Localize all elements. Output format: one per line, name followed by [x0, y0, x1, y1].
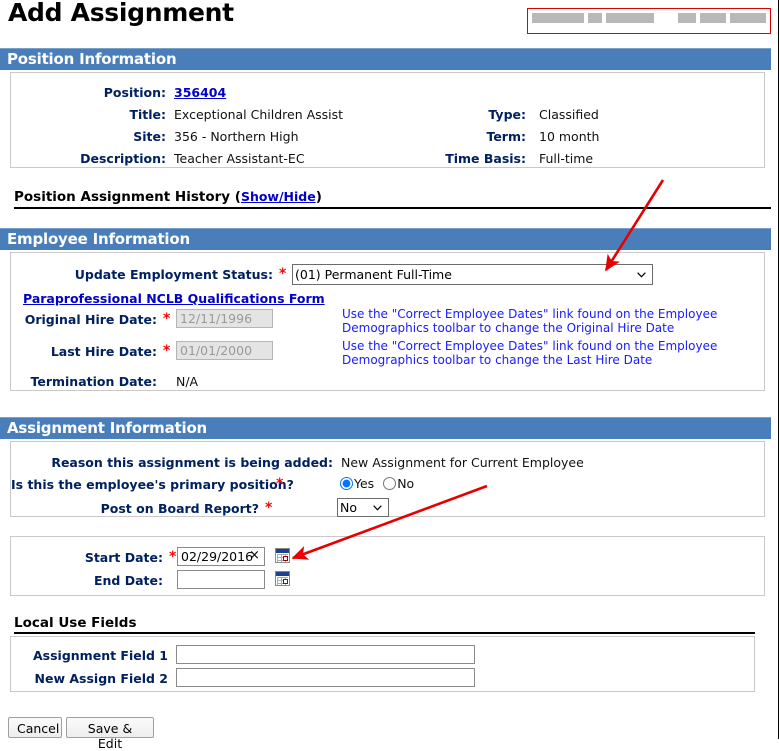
termination-date-value: N/A — [176, 374, 198, 389]
section-header-assignment-information: Assignment Information — [0, 417, 771, 439]
assignment-dates-panel: Start Date: * × End Date: — [10, 536, 765, 596]
description-value: Teacher Assistant-EC — [174, 151, 305, 166]
title-value: Exceptional Children Assist — [174, 107, 343, 122]
position-label: Position: — [11, 85, 166, 100]
description-label: Description: — [11, 151, 166, 166]
original-hire-date-input — [176, 309, 273, 328]
section-header-employee-information: Employee Information — [0, 228, 771, 250]
update-employment-status-label: Update Employment Status: — [11, 267, 273, 282]
type-value: Classified — [539, 107, 599, 122]
end-date-calendar-icon[interactable] — [275, 571, 290, 586]
post-on-board-report-select[interactable]: NoYes — [337, 498, 389, 517]
assignment-field-1-input[interactable] — [176, 645, 475, 664]
assignment-field-1-label: Assignment Field 1 — [11, 648, 168, 663]
post-on-board-report-label: Post on Board Report? — [11, 501, 259, 516]
last-hire-date-required-marker: * — [163, 343, 170, 359]
termination-date-label: Termination Date: — [11, 374, 157, 389]
update-employment-status-select[interactable]: (01) Permanent Full-Time(02) Permanent P… — [292, 264, 653, 285]
position-assignment-history-label: Position Assignment History ( — [14, 189, 241, 205]
primary-position-no-label[interactable]: No — [397, 476, 414, 491]
primary-position-required-marker: * — [276, 476, 283, 492]
employee-information-panel: Update Employment Status: * (01) Permane… — [10, 252, 765, 391]
assignment-information-panel: Reason this assignment is being added: N… — [10, 441, 765, 517]
history-divider — [14, 207, 771, 209]
start-date-label: Start Date: — [11, 550, 163, 565]
page-title: Add Assignment — [8, 0, 234, 27]
last-hire-date-hint: Use the "Correct Employee Dates" link fo… — [342, 339, 779, 367]
last-hire-date-label: Last Hire Date: — [11, 344, 157, 359]
reason-value: New Assignment for Current Employee — [341, 455, 584, 470]
primary-position-label: Is this the employee's primary position? — [11, 477, 270, 492]
local-use-fields-title: Local Use Fields — [14, 615, 137, 631]
position-information-panel: Position: 356404 Title: Exceptional Chil… — [10, 72, 765, 168]
update-employment-status-select-wrap: (01) Permanent Full-Time(02) Permanent P… — [292, 264, 653, 285]
primary-position-yes-radio[interactable] — [340, 477, 353, 490]
last-hire-date-input — [176, 341, 273, 360]
primary-position-yes-label[interactable]: Yes — [354, 476, 374, 491]
add-assignment-page: Add Assignment Position Information Posi… — [0, 0, 779, 739]
primary-position-radio-group[interactable]: Yes No — [340, 476, 423, 491]
post-board-required-marker: * — [265, 500, 272, 516]
start-date-required-marker: * — [169, 549, 176, 565]
local-use-fields-panel: Assignment Field 1 New Assign Field 2 — [10, 636, 755, 692]
original-hire-date-required-marker: * — [163, 311, 170, 327]
section-header-position-information: Position Information — [0, 48, 771, 70]
nclb-qualifications-form-link[interactable]: Paraprofessional NCLB Qualifications For… — [23, 291, 325, 306]
primary-position-no-radio[interactable] — [383, 477, 396, 490]
show-hide-link[interactable]: Show/Hide — [241, 189, 316, 204]
reason-label: Reason this assignment is being added: — [11, 455, 333, 470]
employment-status-required-marker: * — [279, 266, 286, 282]
redaction-blur — [528, 9, 770, 33]
local-use-fields-divider — [14, 632, 755, 634]
original-hire-date-hint: Use the "Correct Employee Dates" link fo… — [342, 307, 779, 335]
start-date-calendar-icon[interactable] — [275, 548, 290, 563]
redacted-identity-banner — [527, 8, 771, 34]
position-assignment-history-title: Position Assignment History (Show/Hide) — [14, 189, 322, 205]
clear-start-date-icon[interactable]: × — [249, 548, 260, 563]
time-basis-value: Full-time — [539, 151, 593, 166]
site-label: Site: — [11, 129, 166, 144]
time-basis-label: Time Basis: — [371, 151, 526, 166]
end-date-input[interactable] — [177, 570, 265, 589]
cancel-button[interactable]: Cancel — [8, 717, 62, 738]
original-hire-date-label: Original Hire Date: — [11, 312, 157, 327]
type-label: Type: — [371, 107, 526, 122]
save-and-edit-button[interactable]: Save & Edit — [66, 717, 154, 738]
new-assign-field-2-label: New Assign Field 2 — [11, 671, 168, 686]
position-assignment-history-paren: ) — [316, 189, 322, 205]
new-assign-field-2-input[interactable] — [176, 668, 475, 687]
position-number-link[interactable]: 356404 — [174, 85, 226, 100]
term-label: Term: — [371, 129, 526, 144]
end-date-label: End Date: — [11, 573, 163, 588]
term-value: 10 month — [539, 129, 599, 144]
site-value: 356 - Northern High — [174, 129, 299, 144]
title-label: Title: — [11, 107, 166, 122]
post-on-board-report-select-wrap: NoYes — [337, 498, 389, 517]
